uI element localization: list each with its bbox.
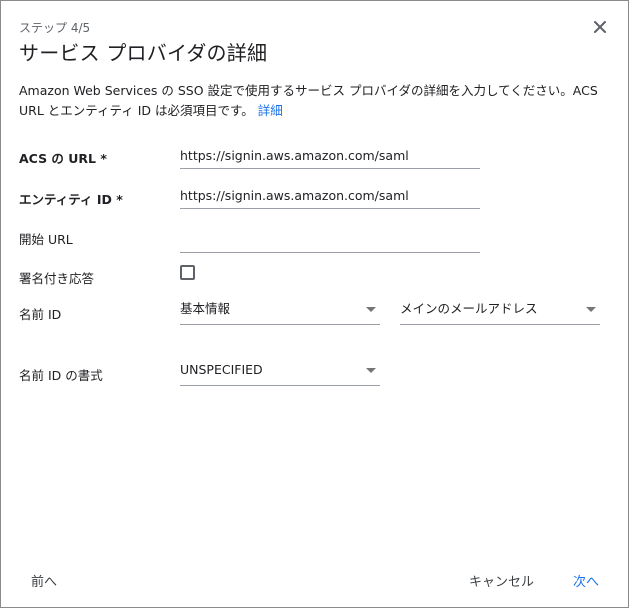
step-indicator: ステップ 4/5 bbox=[19, 21, 91, 35]
name-id-format-select[interactable]: UNSPECIFIED bbox=[180, 358, 380, 386]
name-id-field-value: メインのメールアドレス bbox=[400, 301, 538, 316]
name-id-field-select[interactable]: メインのメールアドレス bbox=[400, 297, 600, 325]
entity-id-input[interactable] bbox=[180, 183, 480, 208]
name-id-format-label: 名前 ID の書式 bbox=[19, 368, 103, 383]
acs-url-label: ACS の URL * bbox=[19, 151, 107, 166]
sso-settings-dialog: ステップ 4/5 サービス プロバイダの詳細 Amazon Web Servic… bbox=[0, 0, 629, 608]
close-icon bbox=[594, 21, 606, 33]
close-button[interactable] bbox=[588, 15, 612, 39]
learn-more-link[interactable]: 詳細 bbox=[258, 103, 283, 118]
entity-id-label: エンティティ ID * bbox=[19, 192, 123, 207]
start-url-field[interactable] bbox=[180, 227, 480, 253]
back-button[interactable]: 前へ bbox=[27, 569, 61, 592]
acs-url-field[interactable] bbox=[180, 143, 480, 169]
caret-down-icon bbox=[366, 368, 376, 373]
name-id-label: 名前 ID bbox=[19, 307, 62, 322]
name-id-format-value: UNSPECIFIED bbox=[180, 362, 263, 377]
signed-response-label: 署名付き応答 bbox=[19, 271, 95, 286]
name-id-source-select[interactable]: 基本情報 bbox=[180, 297, 380, 325]
start-url-input[interactable] bbox=[180, 227, 480, 252]
start-url-label: 開始 URL bbox=[19, 232, 73, 247]
signed-response-checkbox[interactable] bbox=[180, 265, 195, 280]
cancel-button[interactable]: キャンセル bbox=[465, 569, 538, 592]
acs-url-input[interactable] bbox=[180, 143, 480, 168]
name-id-source-value: 基本情報 bbox=[180, 301, 231, 316]
dialog-title: サービス プロバイダの詳細 bbox=[19, 41, 268, 65]
caret-down-icon bbox=[586, 307, 596, 312]
caret-down-icon bbox=[366, 307, 376, 312]
next-button[interactable]: 次へ bbox=[569, 569, 603, 592]
description: Amazon Web Services の SSO 設定で使用するサービス プロ… bbox=[19, 81, 609, 121]
description-text: Amazon Web Services の SSO 設定で使用するサービス プロ… bbox=[19, 83, 598, 118]
entity-id-field[interactable] bbox=[180, 183, 480, 209]
